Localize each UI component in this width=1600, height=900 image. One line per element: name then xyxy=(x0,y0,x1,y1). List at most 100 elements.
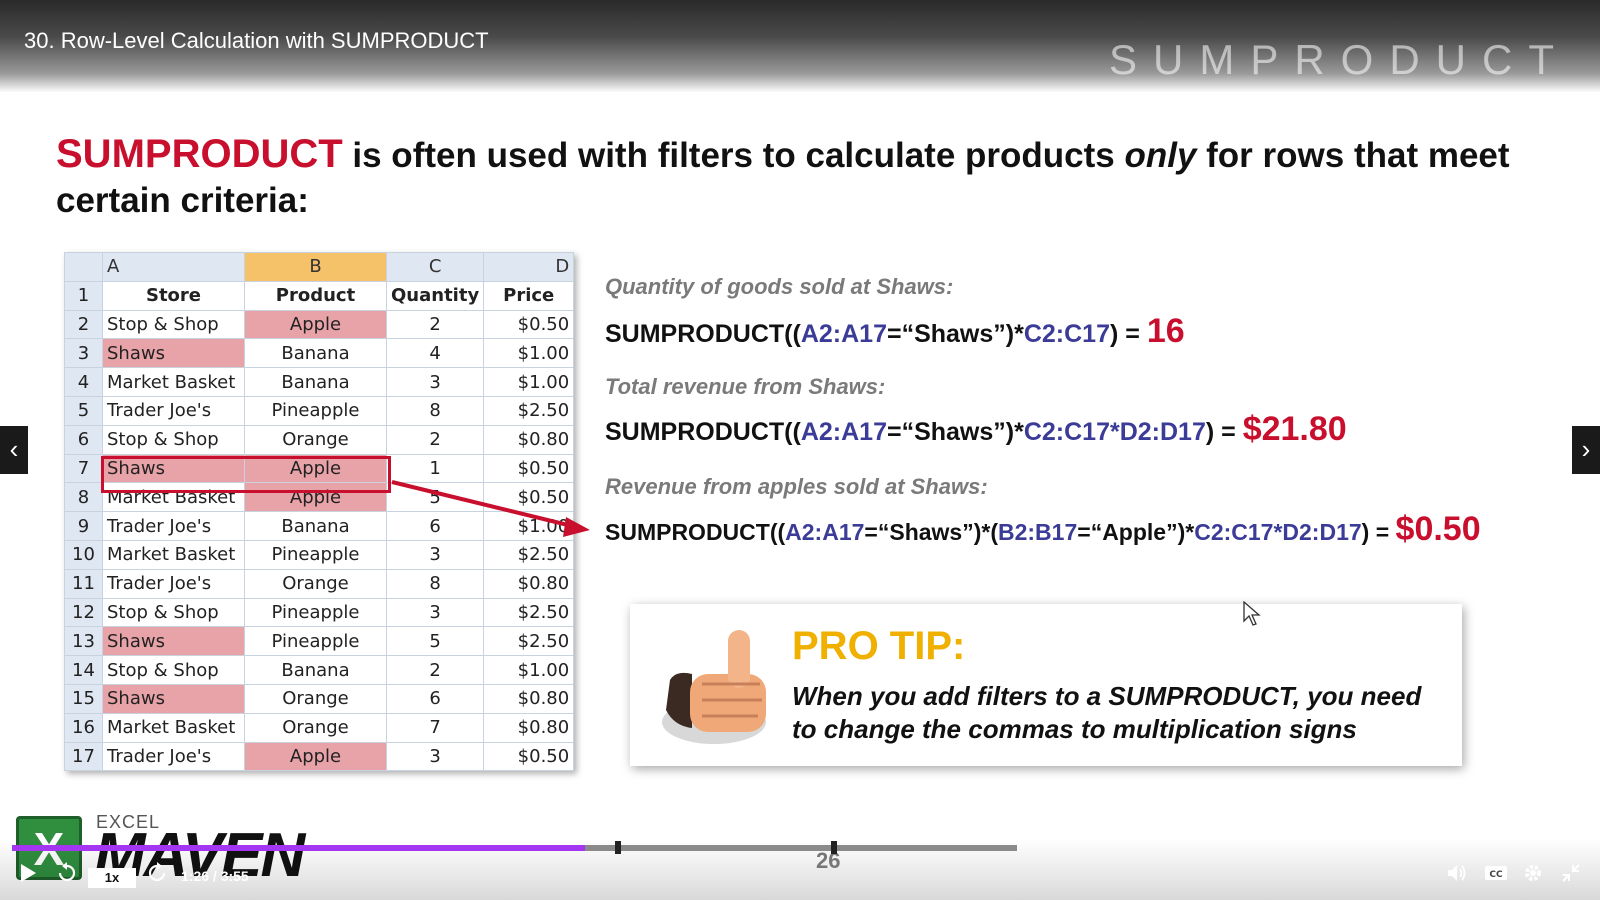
cell-quantity: 2 xyxy=(385,309,485,340)
col-letter-a: A xyxy=(102,252,245,282)
cell-quantity: 3 xyxy=(385,539,485,570)
playback-speed-button[interactable]: 1x xyxy=(88,868,136,888)
cell-price: $0.80 xyxy=(483,568,575,599)
settings-button[interactable] xyxy=(1522,862,1544,890)
row-number: 8 xyxy=(64,482,103,513)
cell-quantity: 1 xyxy=(385,453,485,484)
table-row: 15 Shaws Orange 6 $0.80 xyxy=(64,683,575,714)
cell-store: Trader Joe's xyxy=(102,741,245,772)
row-number: 12 xyxy=(64,597,103,628)
formula-text: ) = xyxy=(1205,418,1243,446)
spreadsheet: A B C D 1 Store Product Quantity Price 2… xyxy=(64,252,575,772)
col-letter-c: C xyxy=(385,252,485,282)
pro-tip-card: PRO TIP: When you add filters to a SUMPR… xyxy=(630,604,1462,766)
exit-fullscreen-button[interactable] xyxy=(1560,862,1582,890)
formula-range: C2:C17*D2:D17 xyxy=(1194,519,1362,545)
volume-button[interactable] xyxy=(1446,862,1468,890)
formula-line: SUMPRODUCT((A2:A17=“Shaws”)*C2:C17) = 16 xyxy=(605,312,1185,351)
row-number: 13 xyxy=(64,626,103,657)
cell-product: Pineapple xyxy=(244,539,387,570)
formula-label: Revenue from apples sold at Shaws: xyxy=(605,474,988,499)
previous-lecture-button[interactable]: ‹ xyxy=(0,426,28,474)
formula-label: Total revenue from Shaws: xyxy=(605,374,886,399)
table-row: 6 Stop & Shop Orange 2 $0.80 xyxy=(64,424,575,455)
cell-store: Stop & Shop xyxy=(102,655,245,685)
cell-product: Orange xyxy=(244,712,387,743)
cell-quantity: 8 xyxy=(385,395,485,426)
cell-product: Banana xyxy=(244,511,387,541)
video-title: 30. Row-Level Calculation with SUMPRODUC… xyxy=(24,28,489,53)
formula-range: C2:C17*D2:D17 xyxy=(1023,418,1206,446)
formula-label: Quantity of goods sold at Shaws: xyxy=(605,274,954,299)
row-number: 7 xyxy=(64,453,103,484)
video-player[interactable]: 30. Row-Level Calculation with SUMPRODUC… xyxy=(0,0,1600,900)
chapter-marker[interactable] xyxy=(615,841,621,854)
table-row: 16 Market Basket Orange 7 $0.80 xyxy=(64,712,575,743)
cell-price: $2.50 xyxy=(483,626,575,657)
row-number: 4 xyxy=(64,367,103,397)
rewind-5s-button[interactable] xyxy=(56,862,78,890)
cell-price: $0.50 xyxy=(483,309,575,340)
cell-store: Shaws xyxy=(102,626,245,657)
table-row: 14 Stop & Shop Banana 2 $1.00 xyxy=(64,655,575,685)
cell-price: $1.00 xyxy=(483,655,575,685)
forward-5s-button[interactable] xyxy=(146,862,168,890)
table-row: 5 Trader Joe's Pineapple 8 $2.50 xyxy=(64,395,575,426)
row-number: 17 xyxy=(64,741,103,772)
cell-quantity: 2 xyxy=(385,655,485,685)
progress-bar[interactable] xyxy=(12,845,1017,851)
volume-icon xyxy=(1448,865,1466,881)
play-button[interactable] xyxy=(18,862,38,890)
next-lecture-button[interactable]: › xyxy=(1572,426,1600,474)
cell-price: $2.50 xyxy=(483,395,575,426)
row-number: 6 xyxy=(64,424,103,455)
pro-tip-title: PRO TIP: xyxy=(792,624,966,668)
cell-product: Pineapple xyxy=(244,597,387,628)
formula-text: SUMPRODUCT(( xyxy=(605,418,801,446)
cell-price: $0.80 xyxy=(483,712,575,743)
heading-italic: only xyxy=(1124,136,1197,175)
table-row: 10 Market Basket Pineapple 3 $2.50 xyxy=(64,539,575,570)
cell-price: $0.50 xyxy=(483,741,575,772)
cell-price: $1.00 xyxy=(483,511,575,541)
formula-line: SUMPRODUCT((A2:A17=“Shaws”)*C2:C17*D2:D1… xyxy=(605,410,1347,449)
row-number: 9 xyxy=(64,511,103,541)
cell-store: Shaws xyxy=(102,683,245,714)
formula-text: ) = xyxy=(1361,519,1396,545)
cell-product: Orange xyxy=(244,683,387,714)
cell-product: Apple xyxy=(244,741,387,772)
pro-tip-text: When you add filters to a SUMPRODUCT, yo… xyxy=(792,681,1422,744)
svg-text:CC: CC xyxy=(1489,870,1503,880)
formula-range: A2:A17 xyxy=(785,519,865,545)
table-row: 4 Market Basket Banana 3 $1.00 xyxy=(64,367,575,397)
col-letter-b: B xyxy=(244,252,387,282)
cell-quantity: 5 xyxy=(385,626,485,657)
formula-range: B2:B17 xyxy=(998,519,1078,545)
cell-product: Pineapple xyxy=(244,626,387,657)
cell-price: $0.80 xyxy=(483,424,575,455)
cell-store: Trader Joe's xyxy=(102,511,245,541)
formula-result: 16 xyxy=(1146,312,1185,350)
formula-range: A2:A17 xyxy=(800,418,887,446)
cell-store: Market Basket xyxy=(102,712,245,743)
header-product: Product xyxy=(244,280,387,311)
cell-price: $1.00 xyxy=(483,338,575,369)
row-number: 10 xyxy=(64,539,103,570)
captions-button[interactable]: CC xyxy=(1484,862,1508,890)
cell-quantity: 2 xyxy=(385,424,485,455)
row-number: 14 xyxy=(64,655,103,685)
cell-store: Stop & Shop xyxy=(102,597,245,628)
formula-text: =“Shaws”)* xyxy=(886,320,1024,348)
cell-product: Banana xyxy=(244,655,387,685)
formula-text: SUMPRODUCT(( xyxy=(605,320,801,348)
rewind-icon xyxy=(58,862,76,882)
formula-result: $21.80 xyxy=(1242,410,1347,448)
chapter-marker[interactable] xyxy=(831,841,838,854)
progress-fill xyxy=(12,845,585,851)
formula-result: $0.50 xyxy=(1395,510,1481,548)
formula-text: SUMPRODUCT(( xyxy=(605,519,786,545)
formula-text: ) = xyxy=(1110,320,1147,348)
cell-quantity: 4 xyxy=(385,338,485,369)
header-store: Store xyxy=(102,280,245,311)
header-quantity: Quantity xyxy=(385,280,485,311)
